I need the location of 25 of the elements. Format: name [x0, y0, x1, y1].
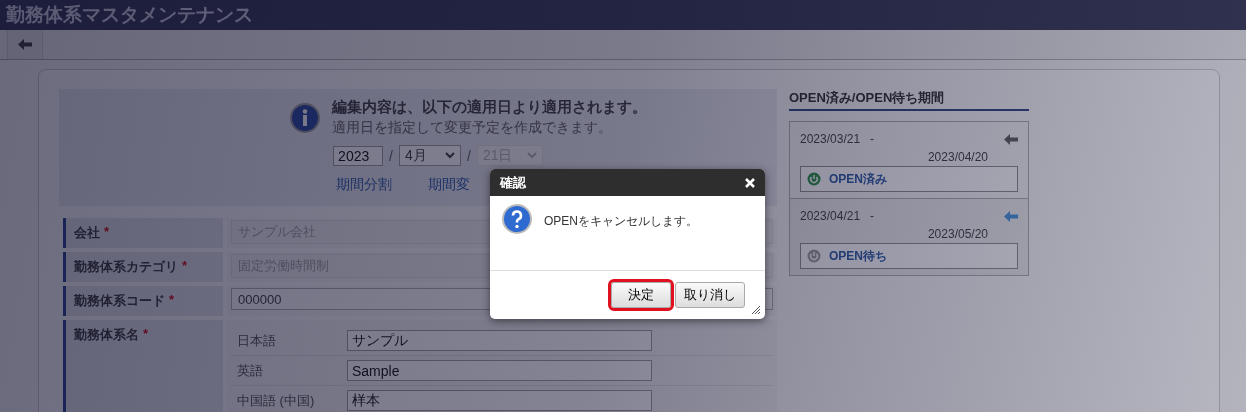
notice-text: 適用日を指定して変更予定を作成できます。	[331, 119, 613, 137]
required-mark: *	[143, 326, 149, 341]
period-start: 2023/04/21 -	[800, 209, 875, 223]
period-start: 2023/03/21 -	[800, 132, 875, 146]
required-mark: *	[104, 224, 110, 239]
dialog-title: 確認	[500, 173, 526, 192]
dialog-message: OPENをキャンセルします。	[544, 213, 698, 230]
language-label: 英語	[236, 361, 264, 380]
field-label: 勤務体系コード	[74, 292, 165, 310]
language-label: 日本語	[236, 331, 277, 350]
date-separator: /	[467, 147, 471, 164]
required-mark: *	[182, 258, 188, 273]
field-label: 会社	[74, 224, 100, 242]
status-label: OPEN済み	[829, 170, 887, 188]
period-end: 2023/04/20	[927, 150, 988, 164]
required-mark: *	[169, 292, 175, 307]
section-title: OPEN済み/OPEN待ち期間	[789, 89, 1029, 111]
notice-title: 編集内容は、以下の適用日より適用されます。	[331, 98, 647, 117]
status-label: OPEN待ち	[829, 247, 887, 265]
period-end: 2023/05/20	[927, 227, 988, 241]
date-separator: /	[389, 147, 393, 164]
language-label: 中国語 (中国)	[236, 391, 316, 410]
field-label: 勤務体系カテゴリ	[74, 258, 178, 276]
field-label: 勤務体系名	[74, 326, 139, 344]
window-title: 勤務体系マスタメンテナンス	[6, 3, 253, 27]
